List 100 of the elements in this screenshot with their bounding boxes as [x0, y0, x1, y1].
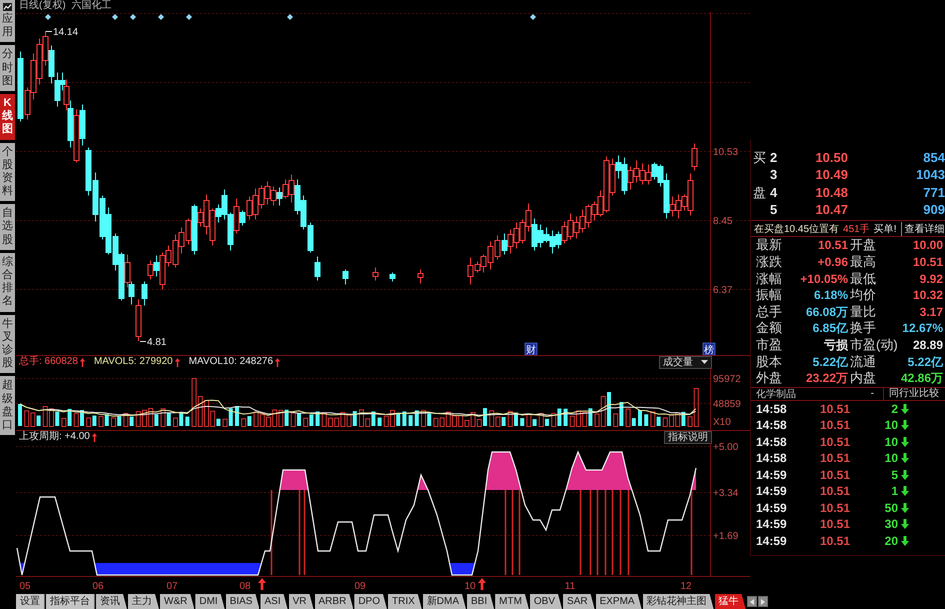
- month-axis-label: 10: [464, 581, 476, 592]
- quote-value: 9.92: [918, 270, 944, 287]
- toolbar-button[interactable]: 指标平台: [46, 594, 95, 609]
- trade-volume: 50: [884, 500, 898, 516]
- low-price-label: 4.81: [147, 337, 166, 348]
- quote-label: 换手: [850, 320, 877, 336]
- order-price: 10.47: [814, 201, 848, 218]
- quote-label: 量比: [850, 304, 877, 320]
- volume-tick-label: 95972: [713, 374, 741, 385]
- order-volume: 854: [922, 149, 945, 166]
- quote-label: 总手: [756, 304, 783, 320]
- indicator-tab[interactable]: 新DMA: [422, 594, 466, 609]
- indicator-tick-label: +1.69: [713, 531, 738, 542]
- details-link[interactable]: 查看详细: [900, 222, 944, 236]
- up-arrow-icon: [258, 578, 266, 590]
- trade-price: 10.51: [818, 434, 850, 450]
- quote-value: 10.00: [912, 237, 944, 254]
- quote-value: 66.08万: [804, 304, 849, 320]
- indicator-tab[interactable]: 主力: [128, 594, 159, 609]
- high-price-label: 14.14: [53, 27, 78, 38]
- up-arrow-icon: [174, 358, 180, 366]
- trade-volume: 1: [890, 483, 898, 500]
- quote-label: 股本: [756, 354, 783, 370]
- quote-value: 23.22万: [804, 370, 849, 386]
- trade-price: 10.51: [818, 483, 850, 500]
- sidebar-tab[interactable]: 牛叉诊股: [0, 314, 15, 374]
- indicator-tab[interactable]: BIAS: [226, 594, 260, 609]
- indicator-tab[interactable]: DPO: [354, 594, 387, 609]
- indicator-tab[interactable]: W&R: [160, 594, 194, 609]
- quote-label: 内盘: [850, 370, 877, 386]
- diamond-marker-icon: [45, 14, 51, 20]
- price-tick-label: 10.53: [713, 147, 738, 158]
- line-chart-icon: [3, 3, 12, 11]
- sidebar-tab[interactable]: 综合排名: [0, 252, 15, 312]
- quote-value: 10.32: [912, 287, 944, 304]
- sidebar-tab[interactable]: K线图: [0, 94, 15, 140]
- indicator-tab[interactable]: VR: [288, 594, 314, 609]
- order-level: 5: [769, 201, 778, 218]
- industry-name: 化学制品: [755, 388, 797, 401]
- trade-volume: 5: [890, 466, 898, 483]
- order-notice-text: 买单!: [874, 222, 896, 236]
- quote-label: 市盈: [756, 337, 783, 354]
- indicator-tab[interactable]: BBI: [467, 594, 494, 609]
- indicator-tab[interactable]: ASI: [260, 594, 288, 609]
- quote-label: 流通: [850, 354, 877, 370]
- indicator-tab[interactable]: OBV: [530, 594, 562, 609]
- sidebar-tab[interactable]: 应用: [0, 0, 15, 42]
- trade-time: 14:59: [756, 483, 788, 500]
- quote-value: 10.51: [816, 237, 849, 254]
- quote-value: 6.85亿: [812, 320, 849, 336]
- up-arrow-icon: [478, 578, 486, 590]
- order-volume: 771: [922, 184, 945, 201]
- trade-time: 14:59: [756, 516, 788, 532]
- trade-time: 14:58: [756, 400, 788, 417]
- indicator-tab[interactable]: 猛牛: [714, 594, 746, 609]
- indicator-tab[interactable]: SAR: [563, 594, 595, 609]
- quote-value: 10.51: [912, 254, 944, 270]
- indicator-help-button[interactable]: 指标说明: [664, 430, 712, 444]
- order-price: 10.49: [814, 166, 848, 184]
- price-tick-label: 6.37: [713, 285, 732, 296]
- leader-line: [140, 341, 146, 342]
- diamond-marker-icon: [112, 14, 118, 20]
- upper-signal-area: [418, 475, 428, 490]
- upper-signal-area: [566, 452, 632, 490]
- quote-value: 5.22亿: [906, 354, 944, 370]
- indicator-tab[interactable]: MTM: [495, 594, 529, 609]
- diamond-marker-icon: [186, 14, 192, 20]
- up-arrow-icon: [80, 358, 85, 366]
- toolbar-button[interactable]: 设置: [16, 594, 45, 609]
- order-volume: 1043: [915, 166, 945, 184]
- indicator-tab[interactable]: ARBR: [314, 594, 354, 609]
- quote-label: 最低: [850, 270, 877, 287]
- volume-indicator-value: MAVOL10: 248276: [188, 356, 274, 368]
- indicator-tab[interactable]: 彩钻花神主图: [642, 594, 714, 609]
- quote-label: 振幅: [756, 287, 783, 304]
- indicator-tab[interactable]: DMI: [195, 594, 225, 609]
- scroll-right-button[interactable]: [758, 596, 768, 607]
- quote-label: 开盘: [850, 237, 877, 254]
- indicator-value: 上攻周期: +4.00: [19, 431, 90, 443]
- price-tick-label: 8.45: [713, 216, 732, 227]
- industry-compare-button[interactable]: 同行业比较: [883, 388, 945, 400]
- diamond-marker-icon: [158, 14, 164, 20]
- sidebar-tab[interactable]: 个股资料: [0, 142, 15, 202]
- order-notice-text: 在买盘10.45位置有: [754, 222, 840, 236]
- diamond-marker-icon: [130, 14, 136, 20]
- indicator-tab[interactable]: EXPMA: [596, 594, 642, 609]
- sidebar-tab[interactable]: 自选股: [0, 204, 15, 250]
- quote-label: 最新: [756, 237, 783, 254]
- trade-price: 10.51: [818, 400, 850, 417]
- quote-label: 外盘: [756, 370, 783, 386]
- sidebar-tab[interactable]: 超级盘口: [0, 376, 15, 436]
- sidebar-tab[interactable]: 分时图: [0, 45, 15, 91]
- month-axis-label: 12: [680, 581, 692, 592]
- indicator-dropdown[interactable]: 成交量: [659, 356, 712, 368]
- up-arrow-icon: [92, 432, 97, 442]
- indicator-tab[interactable]: TRIX: [388, 594, 422, 609]
- quote-value: 28.89: [912, 337, 944, 354]
- trade-time: 14:59: [756, 466, 788, 483]
- indicator-tab[interactable]: 资讯: [96, 594, 127, 609]
- scroll-left-button[interactable]: [746, 596, 757, 607]
